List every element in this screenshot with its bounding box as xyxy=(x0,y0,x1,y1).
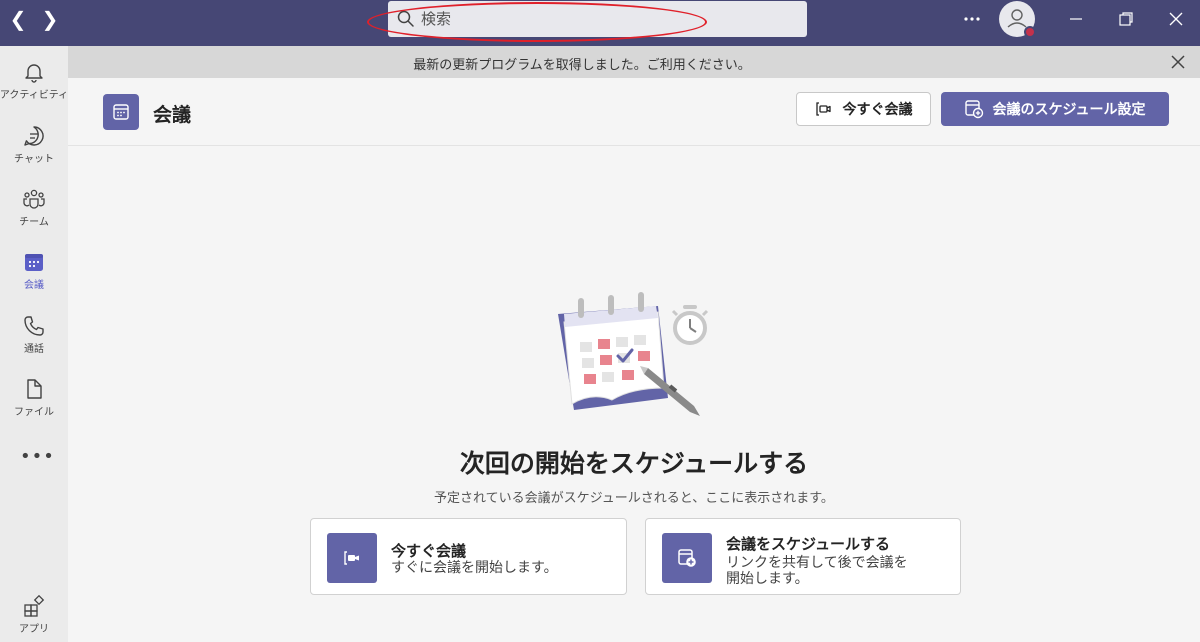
rail-item-label: アクティビティ xyxy=(0,90,69,101)
calendar-icon xyxy=(103,94,139,130)
rail-item-label: アプリ xyxy=(19,624,49,635)
banner-message: 最新の更新プログラムを取得しました。ご利用ください。 xyxy=(413,58,751,73)
rail-item-meetings[interactable]: 会議 xyxy=(0,244,68,304)
calendar-icon xyxy=(25,254,43,271)
back-arrow-icon[interactable]: ❮ xyxy=(6,8,30,32)
phone-icon xyxy=(24,316,44,336)
forward-arrow-icon[interactable]: ❯ xyxy=(38,8,62,32)
card-description-line: 開始します。 xyxy=(726,571,809,587)
minimize-icon[interactable] xyxy=(1058,0,1094,38)
search-icon xyxy=(397,10,414,27)
apps-icon xyxy=(24,594,45,617)
rail-item-label: ファイル xyxy=(14,407,54,418)
calendar-add-icon xyxy=(662,533,712,583)
meet-now-button[interactable]: 今すぐ会議 xyxy=(796,92,931,126)
card-title: 会議をスケジュールする xyxy=(726,535,890,553)
file-icon xyxy=(27,379,42,399)
rail-item-label: 会議 xyxy=(24,280,44,291)
app-rail: アクティビティ チャット チーム 会議 通話 ファイル ••• アプリ xyxy=(0,46,68,642)
rail-item-label: チャット xyxy=(14,154,54,165)
page-header: 会議 今すぐ会議 会議のスケジュール設定 xyxy=(68,78,1200,146)
page-title: 会議 xyxy=(153,104,192,126)
schedule-meeting-label: 会議のスケジュール設定 xyxy=(992,102,1146,118)
rail-item-teams[interactable]: チーム xyxy=(0,181,68,241)
rail-item-calls[interactable]: 通話 xyxy=(0,308,68,368)
card-description: すぐに会議を開始します。 xyxy=(391,560,558,576)
rail-item-label: チーム xyxy=(19,217,49,228)
chat-icon xyxy=(24,126,44,146)
more-apps-icon[interactable]: ••• xyxy=(20,446,54,470)
busy-status-badge xyxy=(1024,26,1036,38)
update-banner: 最新の更新プログラムを取得しました。ご利用ください。 xyxy=(68,46,1200,78)
empty-state-title: 次回の開始をスケジュールする xyxy=(459,449,809,478)
teams-icon xyxy=(23,189,45,209)
card-description-line: リンクを共有して後で会議を xyxy=(726,555,908,571)
meet-now-card[interactable]: 今すぐ会議 すぐに会議を開始します。 xyxy=(310,518,627,595)
close-window-icon[interactable] xyxy=(1158,0,1194,38)
title-bar: ❮ ❯ xyxy=(0,0,1200,46)
rail-item-activity[interactable]: アクティビティ xyxy=(0,54,68,114)
rail-item-label: 通話 xyxy=(24,344,44,355)
avatar[interactable] xyxy=(999,1,1036,38)
bell-icon xyxy=(25,64,43,83)
search-input[interactable] xyxy=(421,7,791,31)
empty-state-subtitle: 予定されている会議がスケジュールされると、ここに表示されます。 xyxy=(434,491,834,506)
search-box[interactable] xyxy=(388,1,807,37)
calendar-add-icon xyxy=(965,100,984,119)
restore-icon[interactable] xyxy=(1108,0,1144,38)
video-camera-icon xyxy=(327,533,377,583)
calendar-illustration xyxy=(558,292,709,416)
card-description-line: すぐに会議を開始します。 xyxy=(391,560,558,576)
meet-now-label: 今すぐ会議 xyxy=(842,102,913,118)
schedule-meeting-button[interactable]: 会議のスケジュール設定 xyxy=(941,92,1169,126)
video-camera-icon xyxy=(815,102,831,116)
rail-item-chat[interactable]: チャット xyxy=(0,118,68,178)
card-title: 今すぐ会議 xyxy=(391,542,467,560)
card-description: リンクを共有して後で会議を 開始します。 xyxy=(726,555,908,587)
more-options-icon[interactable] xyxy=(958,0,986,38)
rail-item-apps[interactable]: アプリ xyxy=(0,588,68,642)
close-icon[interactable] xyxy=(1168,52,1188,72)
rail-item-files[interactable]: ファイル xyxy=(0,371,68,431)
schedule-meeting-card[interactable]: 会議をスケジュールする リンクを共有して後で会議を 開始します。 xyxy=(645,518,961,595)
